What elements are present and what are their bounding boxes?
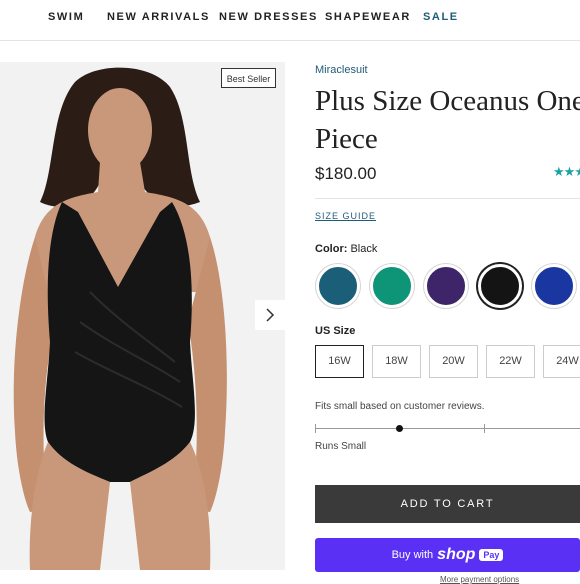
star-icon: ★: [553, 164, 565, 179]
color-swatch-purple[interactable]: [424, 264, 468, 308]
nav-item-swim[interactable]: SWIM: [48, 11, 84, 23]
divider: [315, 198, 580, 199]
rating-stars[interactable]: ★★★: [553, 164, 580, 180]
nav-item-new-arrivals[interactable]: NEW ARRIVALS: [107, 11, 210, 23]
nav-item-sale[interactable]: SALE: [423, 11, 459, 23]
top-navigation: SWIM NEW ARRIVALS NEW DRESSES SHAPEWEAR …: [0, 0, 580, 41]
fit-scale-tick: [315, 424, 316, 433]
shop-pay-button[interactable]: Buy with shop Pay: [315, 538, 580, 572]
shop-pay-prefix: Buy with: [391, 549, 434, 561]
fit-scale-tick: [484, 424, 485, 433]
shop-pay-badge: Pay: [479, 549, 504, 561]
best-seller-badge: Best Seller: [221, 68, 276, 88]
size-option-16w[interactable]: 16W: [315, 345, 364, 378]
color-swatch-black[interactable]: [478, 264, 522, 308]
fit-scale-marker: [396, 425, 404, 432]
color-swatch-green[interactable]: [370, 264, 414, 308]
star-icon: ★: [563, 164, 576, 179]
color-label: Color: Black: [315, 243, 377, 255]
product-photo: [0, 62, 285, 570]
product-image-gallery: [0, 62, 285, 570]
nav-item-new-dresses[interactable]: NEW DRESSES: [219, 11, 318, 23]
color-swatch-blue[interactable]: [532, 264, 576, 308]
size-option-20w[interactable]: 20W: [429, 345, 478, 378]
product-title: Plus Size Oceanus One Piece: [315, 85, 580, 155]
product-price: $180.00: [315, 164, 377, 183]
color-swatch-teal[interactable]: [316, 264, 360, 308]
nav-item-shapewear[interactable]: SHAPEWEAR: [325, 11, 411, 23]
fit-note: Fits small based on customer reviews.: [315, 401, 485, 412]
size-option-18w[interactable]: 18W: [372, 345, 421, 378]
size-label: US Size: [315, 325, 356, 337]
fit-result: Runs Small: [315, 441, 367, 452]
color-label-prefix: Color:: [315, 243, 348, 255]
star-icon: ★: [574, 164, 580, 179]
add-to-cart-button[interactable]: ADD TO CART: [315, 485, 580, 523]
chevron-right-icon: [266, 308, 275, 322]
size-option-22w[interactable]: 22W: [486, 345, 535, 378]
size-option-24w[interactable]: 24W: [543, 345, 580, 378]
brand-link[interactable]: Miraclesuit: [315, 64, 368, 76]
next-image-button[interactable]: [255, 300, 285, 330]
fit-scale-track: [315, 428, 580, 429]
size-guide-link[interactable]: SIZE GUIDE: [315, 211, 376, 221]
shop-pay-logo: shop: [437, 546, 476, 563]
selected-color-name: Black: [350, 243, 378, 255]
